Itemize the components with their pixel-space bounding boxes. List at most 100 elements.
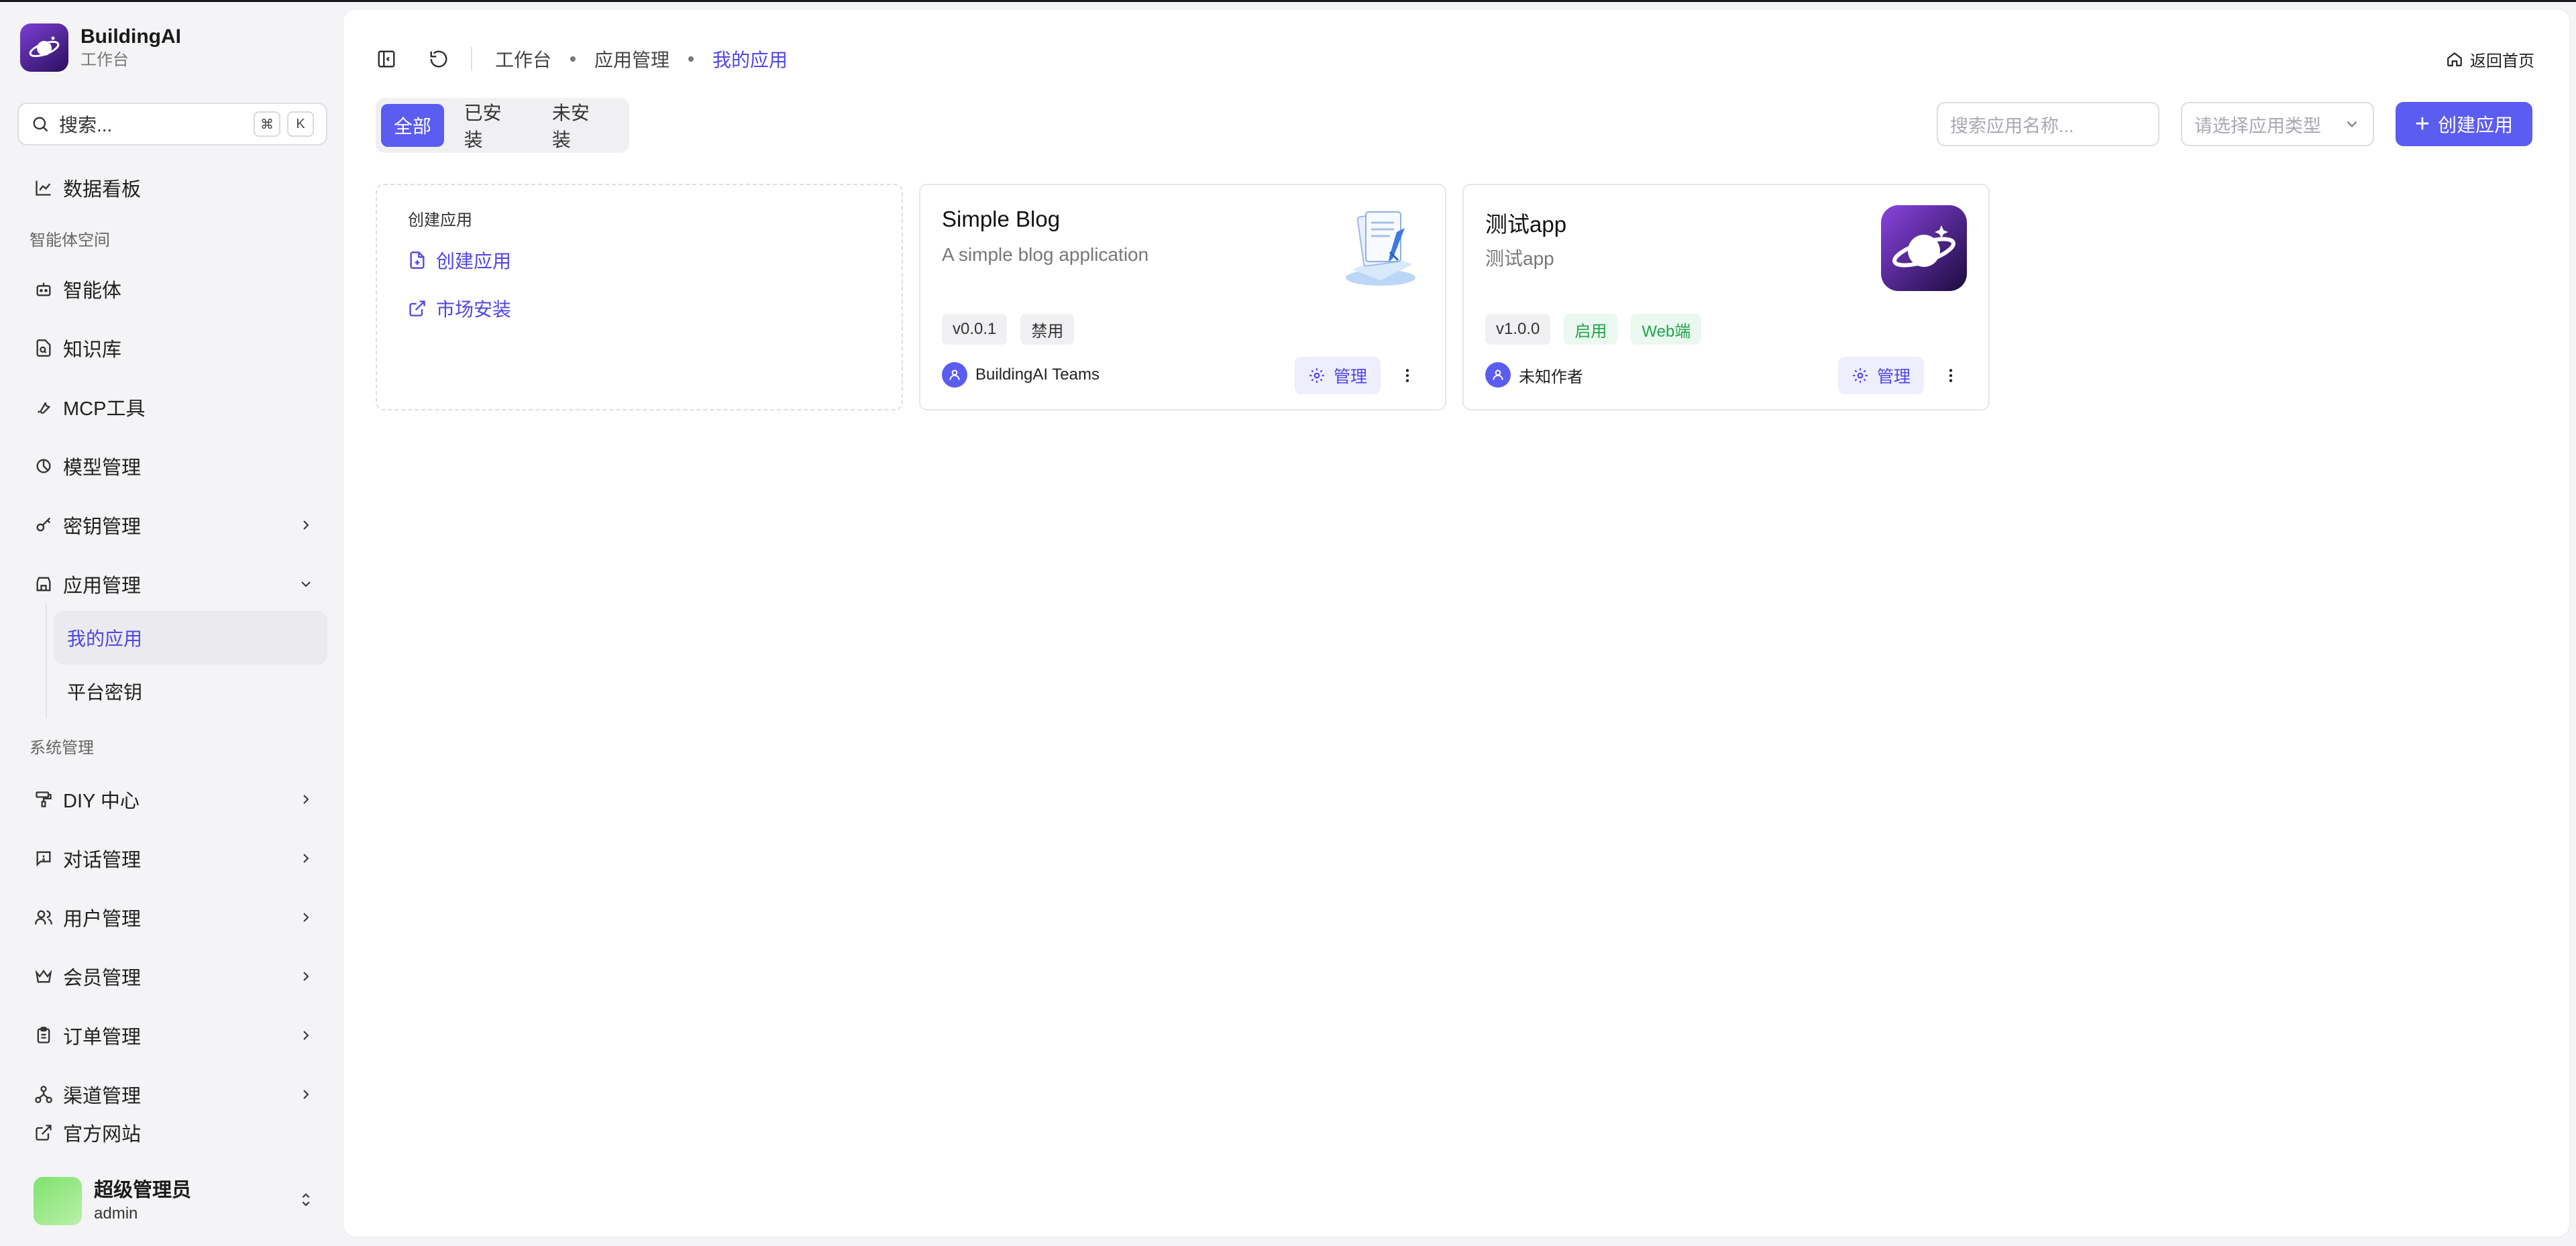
toggle-sidebar-button[interactable] <box>370 43 402 75</box>
sidebar-subitem-my-apps[interactable]: 我的应用 <box>54 611 327 665</box>
header-divider <box>471 47 472 71</box>
gear-icon <box>1853 368 1868 383</box>
app-card-simple-blog[interactable]: Simple Blog A simple blog application v0… <box>919 184 1446 410</box>
app-search-input[interactable]: 搜索应用名称... <box>1937 102 2159 146</box>
tab-not-installed[interactable]: 未安装 <box>536 103 620 150</box>
breadcrumb-item-workbench[interactable]: 工作台 <box>495 46 551 72</box>
more-vertical-icon <box>1949 369 1953 382</box>
wrench-icon <box>32 396 55 418</box>
breadcrumb-separator <box>688 56 694 62</box>
chevron-down-icon <box>2347 121 2357 127</box>
sidebar: BuildingAI 工作台 搜索... ⌘ K 数据看板 智能体空间 智能体 … <box>0 2 343 1246</box>
version-badge: v1.0.0 <box>1485 314 1551 345</box>
sidebar-item-apps[interactable]: 应用管理 <box>17 560 327 608</box>
brand[interactable]: BuildingAI 工作台 <box>20 23 181 72</box>
chevron-right-icon <box>292 1081 319 1108</box>
more-options-button[interactable] <box>1936 361 1966 390</box>
app-tags: v1.0.0 启用 Web端 <box>1485 314 1715 345</box>
breadcrumb-item-apps[interactable]: 应用管理 <box>594 46 669 72</box>
market-install-label: 市场安装 <box>436 299 512 320</box>
brand-subtitle: 工作台 <box>80 51 129 69</box>
avatar <box>34 1177 82 1225</box>
submenu-line <box>46 604 47 718</box>
status-badge: 启用 <box>1564 314 1618 345</box>
app-author: BuildingAI Teams <box>942 362 1099 388</box>
app-tags: v0.0.1 禁用 <box>942 314 1087 345</box>
sidebar-item-website[interactable]: 官方网站 <box>17 1111 327 1154</box>
sidebar-item-label: 对话管理 <box>63 850 142 871</box>
manage-label: 管理 <box>1876 367 1911 386</box>
external-link-icon <box>409 300 425 317</box>
chevron-right-icon <box>292 512 319 539</box>
chevron-right-icon <box>292 845 319 872</box>
version-badge: v0.0.1 <box>942 314 1008 345</box>
tab-installed[interactable]: 已安装 <box>448 103 532 150</box>
sidebar-item-label: MCP工具 <box>63 398 146 420</box>
sidebar-item-label: 模型管理 <box>63 457 142 479</box>
sidebar-item-mcp[interactable]: MCP工具 <box>17 383 327 431</box>
chevrons-up-down-icon <box>297 1190 315 1212</box>
clipboard-icon <box>32 1024 55 1047</box>
sidebar-search[interactable]: 搜索... ⌘ K <box>17 103 327 146</box>
breadcrumb-separator <box>570 56 576 62</box>
tab-all[interactable]: 全部 <box>381 104 444 147</box>
user-name: 超级管理员 <box>94 1180 192 1201</box>
back-home-link[interactable]: 返回首页 <box>2446 43 2534 75</box>
document-search-icon <box>32 337 55 359</box>
more-options-button[interactable] <box>1393 361 1422 390</box>
sidebar-item-secret[interactable]: 密钥管理 <box>17 501 327 549</box>
blog-book-icon <box>1338 205 1424 291</box>
sidebar-item-diy[interactable]: DIY 中心 <box>17 775 327 824</box>
sidebar-item-label: DIY 中心 <box>63 791 140 812</box>
platform-badge: Web端 <box>1631 314 1702 345</box>
message-alert-icon <box>32 847 55 870</box>
back-home-label: 返回首页 <box>2470 52 2534 70</box>
search-label: 搜索... <box>59 115 113 135</box>
chevron-right-icon <box>292 1022 319 1049</box>
users-icon <box>32 906 55 929</box>
network-icon <box>32 1083 55 1106</box>
sidebar-item-label: 渠道管理 <box>63 1086 142 1107</box>
store-icon <box>32 573 55 596</box>
panel-left-icon <box>378 50 395 68</box>
sidebar-item-model[interactable]: 模型管理 <box>17 442 327 490</box>
user-icon <box>1485 362 1511 388</box>
planet-logo-icon <box>1881 205 1967 291</box>
chevron-right-icon <box>292 786 319 813</box>
sidebar-item-dashboard[interactable]: 数据看板 <box>17 164 327 212</box>
market-install-link[interactable]: 市场安装 <box>408 295 511 322</box>
app-card-test-app[interactable]: 测试app 测试app v1.0.0 启用 Web端 未知作者 管理 <box>1462 184 1990 410</box>
create-app-link[interactable]: 创建应用 <box>408 247 511 274</box>
app-name: 测试app <box>1485 212 1567 237</box>
user-menu[interactable]: 超级管理员 admin <box>34 1177 315 1225</box>
sidebar-item-conversation[interactable]: 对话管理 <box>17 834 327 883</box>
manage-button[interactable]: 管理 <box>1294 357 1381 394</box>
sidebar-item-label: 智能体 <box>63 280 122 302</box>
breadcrumb-item-my-apps: 我的应用 <box>712 50 788 70</box>
app-description: A simple blog application <box>942 244 1149 265</box>
refresh-button[interactable] <box>423 43 455 75</box>
sidebar-item-knowledge[interactable]: 知识库 <box>17 324 327 372</box>
create-app-button[interactable]: + 创建应用 <box>2396 102 2532 146</box>
app-author: 未知作者 <box>1485 362 1583 388</box>
sidebar-item-users[interactable]: 用户管理 <box>17 893 327 942</box>
gear-icon <box>1309 368 1324 383</box>
sidebar-subitem-platform-key[interactable]: 平台密钥 <box>54 665 327 718</box>
more-vertical-icon <box>1405 369 1409 382</box>
sidebar-item-label: 数据看板 <box>63 179 142 201</box>
plus-icon: + <box>2414 110 2430 138</box>
sidebar-item-orders[interactable]: 订单管理 <box>17 1011 327 1060</box>
app-type-select[interactable]: 请选择应用类型 <box>2181 102 2374 146</box>
status-badge: 禁用 <box>1020 314 1075 345</box>
author-name: BuildingAI Teams <box>975 365 1099 384</box>
home-icon <box>2447 52 2462 66</box>
chevron-right-icon <box>292 904 319 931</box>
sidebar-item-agent[interactable]: 智能体 <box>17 265 327 313</box>
user-role: admin <box>94 1204 138 1223</box>
section-title-system: 系统管理 <box>30 739 94 757</box>
paint-roller-icon <box>32 788 55 811</box>
sidebar-item-members[interactable]: 会员管理 <box>17 952 327 1001</box>
sidebar-item-label: 应用管理 <box>63 575 142 597</box>
chevron-right-icon <box>292 963 319 990</box>
manage-button[interactable]: 管理 <box>1837 357 1924 394</box>
